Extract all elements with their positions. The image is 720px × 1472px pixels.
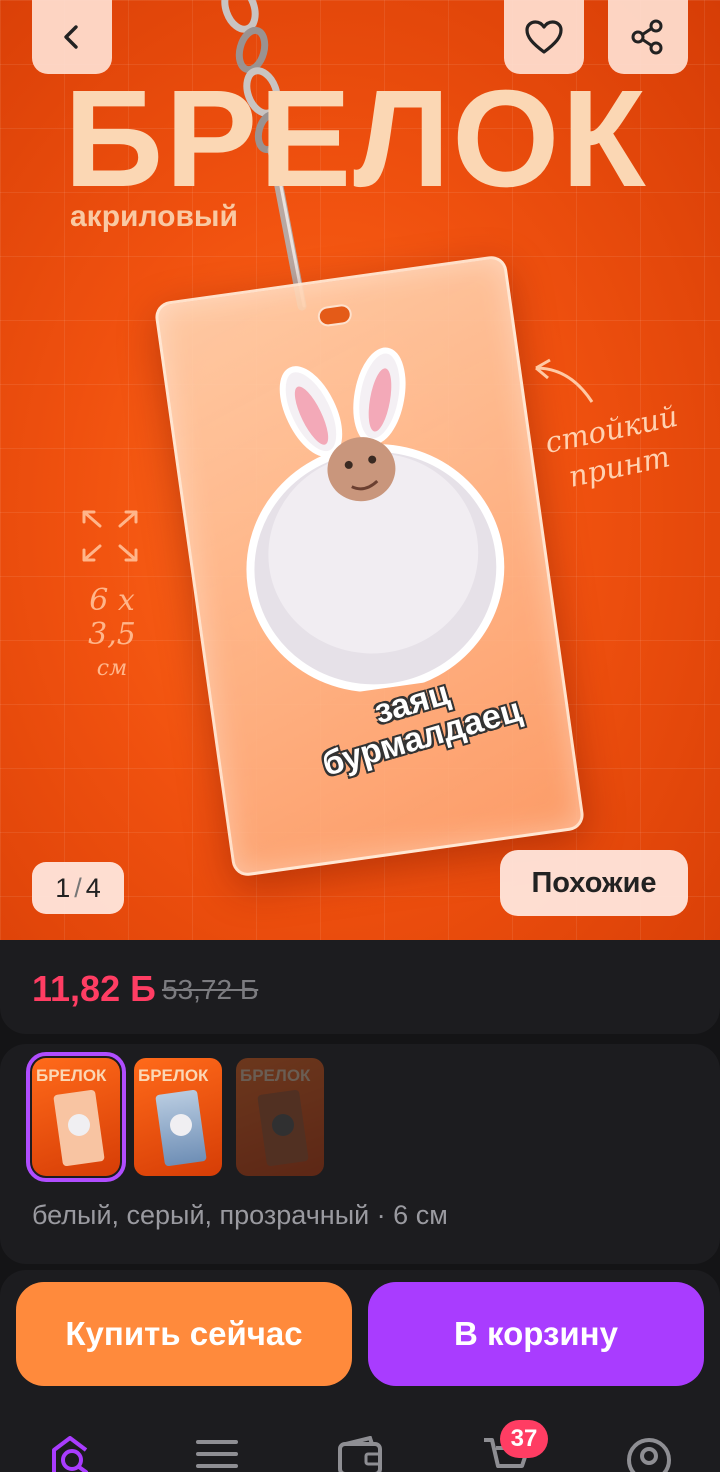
favorite-button[interactable] <box>504 0 584 74</box>
variant-selector: БРЕЛОК БРЕЛОК БРЕЛОК белый, серый, прозр… <box>0 1044 720 1264</box>
variant-thumb-clear[interactable]: БРЕЛОК <box>236 1058 324 1176</box>
thumb-bunny <box>68 1114 90 1136</box>
counter-total: 4 <box>85 872 101 903</box>
tag-hole <box>316 303 354 328</box>
add-to-cart-button[interactable]: В корзину <box>368 1282 704 1386</box>
hero-subtitle: акриловый <box>70 200 238 233</box>
buy-now-button[interactable]: Купить сейчас <box>16 1282 352 1386</box>
menu-icon[interactable] <box>192 1436 242 1472</box>
hero-title: БРЕЛОК <box>64 62 648 216</box>
annotation-size-unit: см <box>96 656 128 681</box>
expand-arrows-icon <box>82 510 138 562</box>
wallet-icon[interactable] <box>336 1436 386 1472</box>
thumb-title: БРЕЛОК <box>240 1066 311 1085</box>
current-price-value: 11,82 <box>32 968 131 1009</box>
counter-separator: / <box>74 872 82 903</box>
bottom-nav <box>0 1410 720 1472</box>
counter-current: 1 <box>55 872 71 903</box>
bunny-illustration <box>246 347 505 693</box>
variant-thumb-gray[interactable]: БРЕЛОК <box>134 1058 222 1176</box>
variant-thumbnails: БРЕЛОК БРЕЛОК БРЕЛОК <box>26 1052 324 1182</box>
price-card: 11,82 Ƃ 53,72 Ƃ <box>0 940 720 1034</box>
product-page: БРЕЛОК акриловый заяц бурмалдаец стойкий… <box>0 0 720 1472</box>
old-price: 53,72 Ƃ <box>162 974 259 1005</box>
back-button[interactable] <box>32 0 112 74</box>
product-image-gallery[interactable]: БРЕЛОК акриловый заяц бурмалдаец стойкий… <box>0 0 720 940</box>
share-icon <box>631 19 663 55</box>
thumb-bunny <box>272 1114 294 1136</box>
action-bar: Купить сейчас В корзину <box>0 1270 720 1410</box>
image-counter: 1 / 4 <box>32 862 124 914</box>
heart-icon <box>525 20 563 54</box>
current-price: 11,82 Ƃ <box>32 968 156 1010</box>
profile-icon[interactable] <box>624 1436 674 1472</box>
thumb-bunny <box>170 1114 192 1136</box>
thumb-title: БРЕЛОК <box>36 1066 107 1085</box>
annotation-size-value: 6 x 3,5 <box>88 583 136 652</box>
share-button[interactable] <box>608 0 688 74</box>
annotation-size: 6 x 3,5 см <box>64 584 160 686</box>
variant-thumb-white[interactable]: БРЕЛОК <box>26 1052 126 1182</box>
variant-description: белый, серый, прозрачный · 6 см <box>32 1200 448 1230</box>
search-home-icon[interactable] <box>48 1436 98 1472</box>
currency-symbol: Ƃ <box>130 968 156 1009</box>
chevron-left-icon <box>64 25 78 49</box>
curved-arrow-icon <box>535 358 594 403</box>
similar-button[interactable]: Похожие <box>500 850 688 916</box>
cart-badge: 37 <box>500 1420 548 1458</box>
thumb-title: БРЕЛОК <box>138 1066 209 1085</box>
